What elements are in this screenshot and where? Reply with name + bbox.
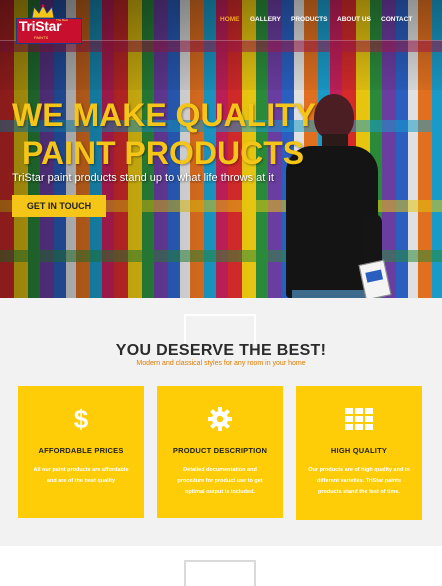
grid-icon xyxy=(345,408,373,430)
feature-card-affordable: $ AFFORDABLE PRICES All our paint produc… xyxy=(18,386,144,518)
hero-banner: The Best TriStar PAINTS HOME GALLERY PRO… xyxy=(0,0,442,298)
card-title: PRODUCT DESCRIPTION xyxy=(172,446,268,455)
hero-title-line1: WE MAKE QUALITY xyxy=(12,97,316,133)
card-title: HIGH QUALITY xyxy=(330,446,388,455)
card-text: All our paint products are affordable an… xyxy=(33,467,129,484)
svg-text:$: $ xyxy=(74,406,89,432)
logo-sub: PAINTS xyxy=(34,35,49,40)
nav-home[interactable]: HOME xyxy=(220,16,250,23)
card-text: Detailed documentation and procedure for… xyxy=(177,467,263,495)
feature-card-description: PRODUCT DESCRIPTION Detailed documentati… xyxy=(157,386,283,518)
gear-icon xyxy=(208,407,232,431)
features-section: YOU DESERVE THE BEST! Modern and classic… xyxy=(0,298,442,546)
dollar-icon: $ xyxy=(74,406,89,432)
hero-title-line2: PAINT PRODUCTS xyxy=(22,135,305,171)
section-title: YOU DESERVE THE BEST! xyxy=(115,342,327,359)
nav-gallery[interactable]: GALLERY xyxy=(250,16,291,23)
section-subtitle: Modern and classical styles for any room… xyxy=(136,360,306,367)
card-title: AFFORDABLE PRICES xyxy=(38,446,124,455)
nav-contact[interactable]: CONTACT xyxy=(381,16,413,23)
main-nav: HOME GALLERY PRODUCTS ABOUT US CONTACT xyxy=(220,16,413,23)
section-frame xyxy=(184,314,256,344)
get-in-touch-button[interactable]: GET IN TOUCH xyxy=(12,195,106,217)
logo[interactable]: The Best TriStar PAINTS xyxy=(16,4,82,44)
card-text: Our products are of high quality and in … xyxy=(308,467,410,495)
nav-about-us[interactable]: ABOUT US xyxy=(337,16,381,23)
next-section xyxy=(0,546,442,586)
feature-card-quality: HIGH QUALITY Our products are of high qu… xyxy=(296,386,422,520)
hero-title: WE MAKE QUALITY PAINT PRODUCTS xyxy=(12,96,352,172)
nav-products[interactable]: PRODUCTS xyxy=(291,16,337,23)
hero-subtitle: TriStar paint products stand up to what … xyxy=(12,172,274,184)
logo-name: TriStar xyxy=(19,18,62,34)
section-frame xyxy=(184,560,256,586)
